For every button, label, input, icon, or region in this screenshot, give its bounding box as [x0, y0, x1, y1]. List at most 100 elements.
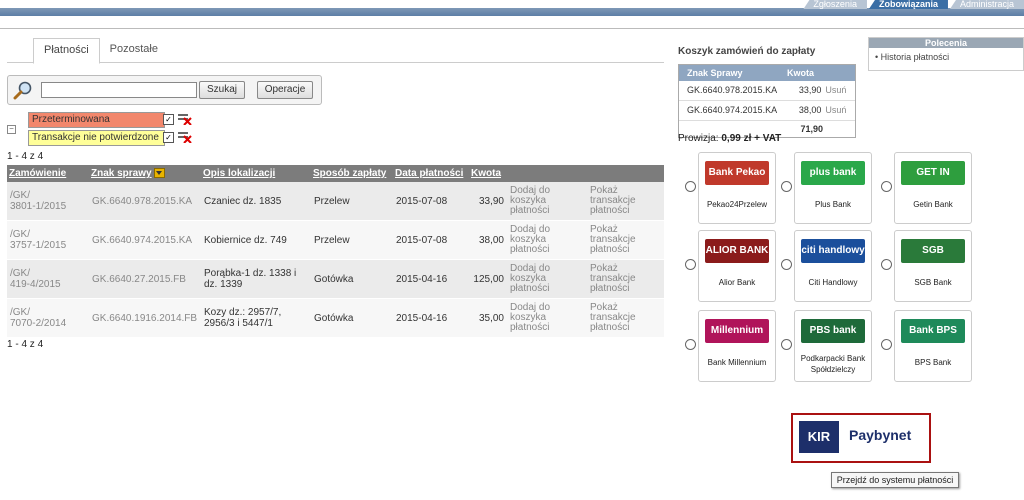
add-to-cart-link[interactable]: Dodaj do koszyka płatności	[507, 220, 587, 260]
bank-option[interactable]: PBS bank Podkarpacki Bank Spółdzielczy	[794, 310, 872, 382]
cell-amount: 33,90	[469, 182, 507, 221]
col-method[interactable]: Sposób zapłaty	[311, 165, 393, 182]
bank-option[interactable]: Millennium Bank Millennium	[698, 310, 776, 382]
col-amount[interactable]: Kwota	[469, 165, 507, 182]
search-button[interactable]: Szukaj	[199, 81, 245, 99]
legend-overdue: Przeterminowana	[28, 112, 165, 128]
paybynet-button[interactable]: KIR Paybynet	[791, 413, 931, 463]
recommend-item[interactable]: • Historia płatności	[869, 48, 1023, 62]
col-order[interactable]: Zamówienie	[7, 165, 89, 182]
bank-logo: ALIOR BANK	[705, 239, 769, 263]
search-icon[interactable]	[13, 80, 33, 100]
table-row: /GK/ 3801-1/2015 GK.6640.978.2015.KA Czani…	[7, 182, 664, 221]
table-row: /GK/ 419-4/2015 GK.6640.27.2015.FB Porąbka…	[7, 259, 664, 299]
bank-radio[interactable]	[881, 339, 892, 350]
top-nav-administracja[interactable]: Administracja	[949, 0, 1024, 9]
cell-location: Porąbka-1 dz. 1338 i dz. 1339	[201, 259, 311, 299]
operations-button[interactable]: Operacje	[257, 81, 313, 99]
cart-case: GK.6640.978.2015.KA	[687, 85, 778, 95]
top-strip	[0, 8, 1024, 16]
pager-count-bottom: 1 - 4 z 4	[7, 339, 44, 350]
bank-name: Citi Handlowy	[808, 278, 858, 287]
bank-logo: Bank Pekao	[705, 161, 769, 185]
cart-case: GK.6640.974.2015.KA	[687, 105, 778, 115]
cart-header: Znak Sprawy Kwota	[679, 65, 855, 81]
cell-method: Gotówka	[311, 298, 393, 338]
bank-radio[interactable]	[781, 339, 792, 350]
bank-option[interactable]: Bank Pekao Pekao24Przelew	[698, 152, 776, 224]
fee-info: Prowizja: 0,99 zł + VAT	[678, 133, 781, 144]
bank-option[interactable]: GET IN BANK Getin Bank	[894, 152, 972, 224]
cell-case: GK.6640.27.2015.FB	[89, 259, 201, 299]
top-nav-zgloszenia[interactable]: Zgłoszenia	[803, 0, 867, 9]
top-nav: Zgłoszenia Zobowiązania Administracja	[801, 0, 1024, 9]
bank-name: Podkarpacki Bank Spółdzielczy	[800, 354, 866, 374]
bank-radio[interactable]	[781, 181, 792, 192]
cell-case: GK.6640.978.2015.KA	[89, 182, 201, 221]
cell-case: GK.6640.1916.2014.FB	[89, 298, 201, 338]
cell-method: Przelew	[311, 182, 393, 221]
payment-history-link[interactable]: Historia płatności	[881, 52, 950, 62]
show-transactions-link[interactable]: Pokaż transakcje płatności	[587, 220, 664, 260]
cell-date: 2015-04-16	[393, 298, 469, 338]
cell-case: GK.6640.974.2015.KA	[89, 220, 201, 260]
cell-amount: 35,00	[469, 298, 507, 338]
cart-title: Koszyk zamówień do zapłaty	[678, 46, 816, 57]
cell-order: /GK/ 3757-1/2015	[7, 220, 89, 260]
col-case[interactable]: Znak sprawy	[89, 165, 201, 182]
bank-name: Pekao24Przelew	[706, 200, 768, 209]
bank-logo: citi handlowy	[801, 239, 865, 263]
cart-table: Znak Sprawy Kwota GK.6640.978.2015.KA 33…	[678, 64, 856, 138]
bank-radio[interactable]	[685, 181, 696, 192]
bank-radio[interactable]	[685, 339, 696, 350]
collapse-icon[interactable]: −	[7, 125, 16, 134]
show-transactions-link[interactable]: Pokaż transakcje płatności	[587, 259, 664, 299]
bank-radio[interactable]	[781, 259, 792, 270]
top-nav-zobowiazania[interactable]: Zobowiązania	[868, 0, 948, 9]
add-to-cart-link[interactable]: Dodaj do koszyka płatności	[507, 298, 587, 338]
legend-unconfirmed-checkbox[interactable]: ✓	[163, 132, 174, 143]
col-date[interactable]: Data płatności	[393, 165, 469, 182]
bank-option[interactable]: SGB SGB Bank	[894, 230, 972, 302]
cart-remove-link[interactable]: Usuń	[825, 81, 855, 100]
cart-remove-link[interactable]: Usuń	[825, 101, 855, 120]
table-header-row: Zamówienie Znak sprawy Opis lokalizacji …	[7, 165, 664, 182]
bank-option[interactable]: citi handlowy Citi Handlowy	[794, 230, 872, 302]
delete-filter-icon[interactable]	[178, 113, 192, 125]
search-input[interactable]	[41, 82, 197, 98]
bank-name: SGB Bank	[914, 278, 952, 287]
bank-option[interactable]: plus bank Plus Bank	[794, 152, 872, 224]
sort-icon[interactable]	[153, 168, 165, 179]
tab-pozostale[interactable]: Pozostałe	[100, 38, 168, 62]
cart-amount: 33,90	[798, 85, 822, 95]
bank-option[interactable]: Bank BPS BPS Bank	[894, 310, 972, 382]
header-divider	[0, 28, 1024, 29]
add-to-cart-link[interactable]: Dodaj do koszyka płatności	[507, 259, 587, 299]
bank-radio[interactable]	[881, 259, 892, 270]
col-add	[507, 165, 587, 182]
col-case-label[interactable]: Znak sprawy	[91, 168, 152, 179]
cell-method: Przelew	[311, 220, 393, 260]
table-row: /GK/ 3757-1/2015 GK.6640.974.2015.KA Kobie…	[7, 220, 664, 260]
bank-radio[interactable]	[685, 259, 696, 270]
cell-location: Czaniec dz. 1835	[201, 182, 311, 221]
add-to-cart-link[interactable]: Dodaj do koszyka płatności	[507, 182, 587, 221]
fee-value: 0,99 zł + VAT	[721, 133, 782, 144]
show-transactions-link[interactable]: Pokaż transakcje płatności	[587, 182, 664, 221]
cell-order: /GK/ 419-4/2015	[7, 259, 89, 299]
legend-overdue-checkbox[interactable]: ✓	[163, 114, 174, 125]
bank-name: Bank Millennium	[707, 358, 767, 367]
cell-date: 2015-07-08	[393, 220, 469, 260]
bank-radio[interactable]	[881, 181, 892, 192]
bank-logo: Millennium	[705, 319, 769, 343]
bank-logo: plus bank	[801, 161, 865, 185]
bank-option[interactable]: ALIOR BANK Alior Bank	[698, 230, 776, 302]
tab-platnosci[interactable]: Płatności	[33, 38, 100, 64]
cell-amount: 38,00	[469, 220, 507, 260]
col-location[interactable]: Opis lokalizacji	[201, 165, 311, 182]
show-transactions-link[interactable]: Pokaż transakcje płatności	[587, 298, 664, 338]
cell-location: Kozy dz.: 2957/7, 2956/3 i 5447/1	[201, 298, 311, 338]
col-show	[587, 165, 664, 182]
delete-filter-icon[interactable]	[178, 131, 192, 143]
bank-logo: PBS bank	[801, 319, 865, 343]
